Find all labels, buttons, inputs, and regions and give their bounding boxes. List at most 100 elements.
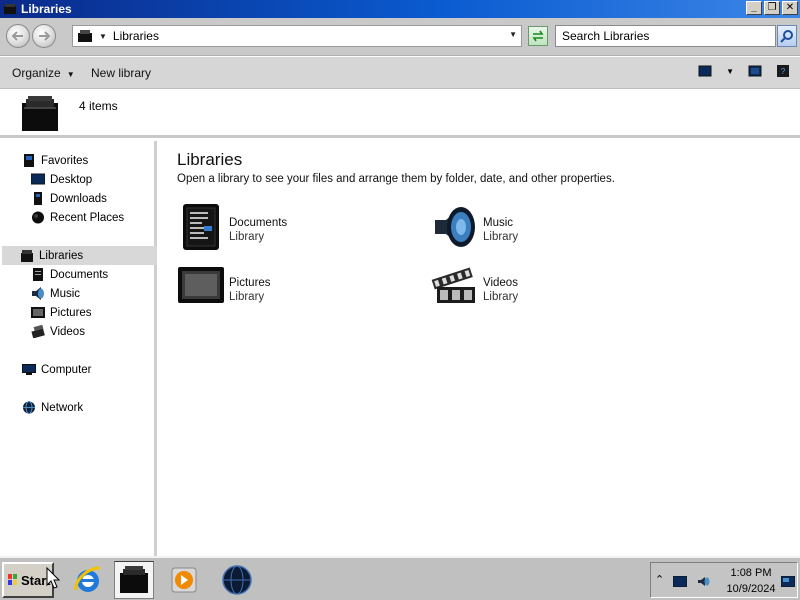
preview-pane-icon[interactable]: [748, 65, 762, 77]
taskbar-internet-explorer[interactable]: [68, 561, 108, 599]
nav-item-label: Downloads: [50, 192, 107, 205]
media-player-icon: [171, 567, 197, 593]
library-type: Library: [483, 291, 519, 303]
organize-label: Organize: [12, 66, 61, 80]
change-view-icon[interactable]: [698, 65, 712, 77]
nav-item-label: Pictures: [50, 306, 92, 319]
nav-item-desktop[interactable]: Desktop: [31, 170, 92, 189]
page-subtitle: Open a library to see your files and arr…: [177, 173, 615, 185]
pictures-library-icon: [178, 267, 224, 303]
forward-arrow-icon: [39, 31, 50, 41]
nav-item-label: Recent Places: [50, 211, 125, 224]
svg-text:?: ?: [781, 67, 786, 76]
windows-logo-icon: [8, 574, 17, 585]
favorites-icon: [24, 154, 34, 167]
close-button[interactable]: ✕: [782, 1, 798, 15]
window-title: Libraries: [21, 2, 72, 16]
view-options-dropdown-icon[interactable]: ▼: [726, 67, 734, 76]
navigation-bar: ▼ Libraries ▼ Search Libraries: [0, 18, 800, 56]
library-type: Library: [229, 291, 265, 303]
documents-library-icon: [183, 204, 219, 250]
chevron-down-icon: ▼: [66, 70, 75, 79]
volume-icon[interactable]: [697, 576, 711, 587]
music-icon: [32, 287, 44, 300]
nav-computer[interactable]: Computer: [22, 360, 92, 379]
nav-libraries-label: Libraries: [39, 249, 84, 262]
nav-libraries[interactable]: Libraries: [2, 246, 157, 265]
library-type: Library: [483, 231, 519, 243]
system-tray: ⌃ 1:08 PM 10/9/2024: [650, 562, 798, 598]
minimize-button[interactable]: _: [746, 1, 762, 15]
clock-time[interactable]: 1:08 PM: [729, 567, 773, 579]
libraries-icon: [120, 566, 148, 593]
show-desktop-icon[interactable]: [781, 576, 795, 587]
nav-network-label: Network: [41, 401, 84, 414]
taskbar: Start ⌃ 1:08 PM 10/9/2024: [0, 556, 800, 600]
computer-icon: [22, 364, 36, 375]
show-hidden-icons-icon[interactable]: ⌃: [655, 573, 669, 586]
library-name: Music: [483, 217, 514, 229]
taskbar-media-player[interactable]: [164, 561, 204, 599]
nav-item-label: Desktop: [50, 173, 93, 186]
library-item-videos[interactable]: Videos Library: [431, 263, 661, 313]
nav-item-music[interactable]: Music: [31, 284, 80, 303]
nav-favorites-label: Favorites: [41, 154, 89, 167]
back-button[interactable]: [6, 24, 30, 48]
library-item-documents[interactable]: Documents Library: [177, 203, 407, 253]
nav-item-downloads[interactable]: Downloads: [31, 189, 107, 208]
nav-item-documents[interactable]: Documents: [31, 265, 108, 284]
taskbar-libraries[interactable]: [114, 561, 154, 599]
details-header: 4 items: [0, 89, 800, 138]
nav-network[interactable]: Network: [22, 398, 83, 417]
breadcrumb-libraries[interactable]: Libraries: [113, 29, 159, 43]
nav-item-videos[interactable]: Videos: [31, 322, 85, 341]
nav-item-pictures[interactable]: Pictures: [31, 303, 92, 322]
help-icon[interactable]: ?: [776, 65, 790, 77]
maximize-button[interactable]: ❐: [764, 1, 780, 15]
new-library-button[interactable]: New library: [91, 66, 151, 80]
address-bar[interactable]: ▼ Libraries ▼: [72, 25, 522, 47]
recent-places-icon: [32, 211, 44, 224]
nav-item-label: Documents: [50, 268, 109, 281]
taskbar-network[interactable]: [217, 561, 257, 599]
search-button[interactable]: [777, 25, 797, 47]
library-name: Documents: [229, 217, 288, 229]
window-controls: _ ❐ ✕: [746, 1, 798, 15]
library-type: Library: [229, 231, 265, 243]
libraries-large-icon: [22, 96, 58, 131]
view-controls: ▼ ?: [698, 65, 790, 77]
downloads-icon: [34, 192, 42, 205]
back-arrow-icon: [12, 31, 23, 41]
refresh-icon: [532, 30, 544, 42]
navigation-pane: Favorites Desktop Downloads Recent Place…: [0, 141, 157, 556]
nav-item-label: Music: [50, 287, 81, 300]
nav-item-label: Videos: [50, 325, 85, 338]
music-library-icon: [435, 207, 475, 247]
forward-button[interactable]: [32, 24, 56, 48]
breadcrumb-separator-icon[interactable]: ▼: [99, 32, 107, 41]
libraries-icon: [4, 4, 16, 14]
network-icon: [23, 401, 35, 414]
desktop-icon: [31, 173, 45, 185]
pictures-icon: [31, 307, 45, 318]
library-item-pictures[interactable]: Pictures Library: [177, 263, 407, 313]
search-icon: [780, 30, 793, 43]
libraries-icon: [78, 30, 92, 42]
library-name: Pictures: [229, 277, 271, 289]
library-item-music[interactable]: Music Library: [431, 203, 661, 253]
mouse-cursor-icon: [46, 567, 60, 589]
nav-computer-label: Computer: [41, 363, 92, 376]
nav-item-recent-places[interactable]: Recent Places: [31, 208, 124, 227]
page-title: Libraries: [177, 150, 243, 169]
videos-library-icon: [431, 267, 475, 303]
refresh-button[interactable]: [528, 26, 548, 46]
action-center-icon[interactable]: [673, 576, 687, 587]
address-history-dropdown-icon[interactable]: ▼: [509, 30, 517, 39]
title-bar[interactable]: Libraries _ ❐ ✕: [0, 0, 800, 18]
search-input[interactable]: Search Libraries: [555, 25, 776, 47]
libraries-icon: [21, 250, 33, 262]
libraries-content-pane: Libraries Open a library to see your fil…: [160, 141, 800, 556]
organize-button[interactable]: Organize ▼: [12, 66, 75, 80]
nav-favorites[interactable]: Favorites: [22, 151, 88, 170]
clock-date[interactable]: 10/9/2024: [723, 583, 779, 595]
